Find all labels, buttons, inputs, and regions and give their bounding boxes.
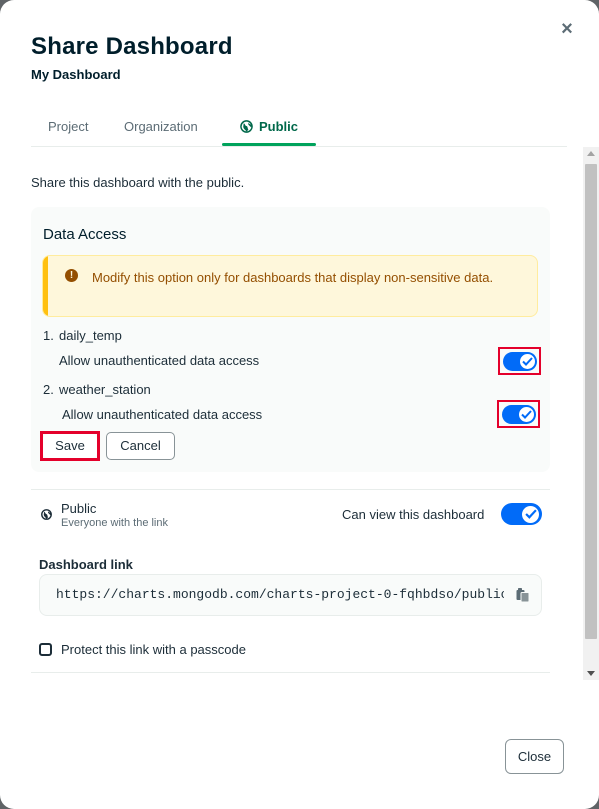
permission-label: Can view this dashboard	[342, 507, 485, 522]
tab-public-label: Public	[259, 119, 299, 134]
datasource-item: 2. weather_station	[43, 382, 151, 397]
weather-station-access-toggle[interactable]	[502, 405, 536, 424]
modal-title: Share Dashboard	[31, 33, 233, 60]
toggle-knob	[519, 407, 534, 422]
dashboard-link-url[interactable]: https://charts.mongodb.com/charts-projec…	[56, 587, 504, 602]
warning-text: Modify this option only for dashboards t…	[92, 270, 494, 285]
warning-accent-bar	[43, 256, 48, 316]
warning-icon: !	[65, 269, 78, 282]
data-access-card: Data Access ! Modify this option only fo…	[31, 207, 550, 472]
copy-icon[interactable]	[515, 587, 531, 603]
active-tab-indicator	[222, 143, 316, 146]
check-icon	[524, 509, 537, 519]
tab-project[interactable]: Project	[48, 119, 88, 134]
modal-subtitle: My Dashboard	[31, 67, 121, 82]
check-icon	[522, 357, 533, 366]
passcode-label: Protect this link with a passcode	[61, 642, 246, 657]
scroll-down-arrow-icon[interactable]	[587, 671, 595, 676]
toggle-knob	[520, 354, 535, 369]
access-label: Allow unauthenticated data access	[62, 407, 263, 422]
visibility-sublabel: Everyone with the link	[61, 517, 168, 529]
divider	[31, 489, 550, 490]
data-access-title: Data Access	[43, 226, 127, 243]
highlight-box	[497, 400, 540, 428]
close-icon[interactable]: ×	[558, 19, 576, 39]
visibility-label: Public	[61, 501, 97, 516]
public-tab-content: Share this dashboard with the public. Da…	[0, 147, 599, 680]
cancel-button[interactable]: Cancel	[106, 432, 175, 460]
highlight-box	[498, 347, 541, 375]
scrollbar[interactable]	[583, 147, 599, 680]
tab-bar: Project Organization Public	[31, 108, 567, 147]
toggle-knob	[522, 505, 539, 523]
public-access-toggle[interactable]	[501, 503, 542, 525]
scroll-up-arrow-icon[interactable]	[587, 151, 595, 156]
save-button[interactable]: Save	[43, 434, 97, 458]
intro-text: Share this dashboard with the public.	[31, 175, 245, 190]
datasource-name: daily_temp	[59, 328, 122, 343]
datasource-item: 1. daily_temp	[43, 328, 122, 343]
share-dashboard-modal: × Share Dashboard My Dashboard Project O…	[0, 0, 599, 809]
scroll-thumb[interactable]	[585, 164, 597, 639]
globe-icon	[41, 509, 52, 520]
dashboard-link-field[interactable]: https://charts.mongodb.com/charts-projec…	[39, 574, 542, 616]
datasource-name: weather_station	[59, 382, 151, 397]
warning-banner: ! Modify this option only for dashboards…	[42, 255, 538, 317]
datasource-index: 1.	[43, 328, 54, 343]
datasource-index: 2.	[43, 382, 54, 397]
dashboard-link-label: Dashboard link	[39, 557, 133, 572]
access-label: Allow unauthenticated data access	[59, 353, 260, 368]
daily-temp-access-toggle[interactable]	[503, 352, 537, 371]
divider	[31, 672, 550, 673]
tab-public[interactable]: Public	[240, 119, 298, 134]
highlight-box: Save	[40, 431, 100, 461]
passcode-option[interactable]: Protect this link with a passcode	[39, 642, 246, 657]
close-button[interactable]: Close	[505, 739, 564, 774]
passcode-checkbox[interactable]	[39, 643, 52, 656]
globe-icon	[240, 120, 253, 133]
tab-organization[interactable]: Organization	[124, 119, 198, 134]
check-icon	[521, 410, 532, 419]
